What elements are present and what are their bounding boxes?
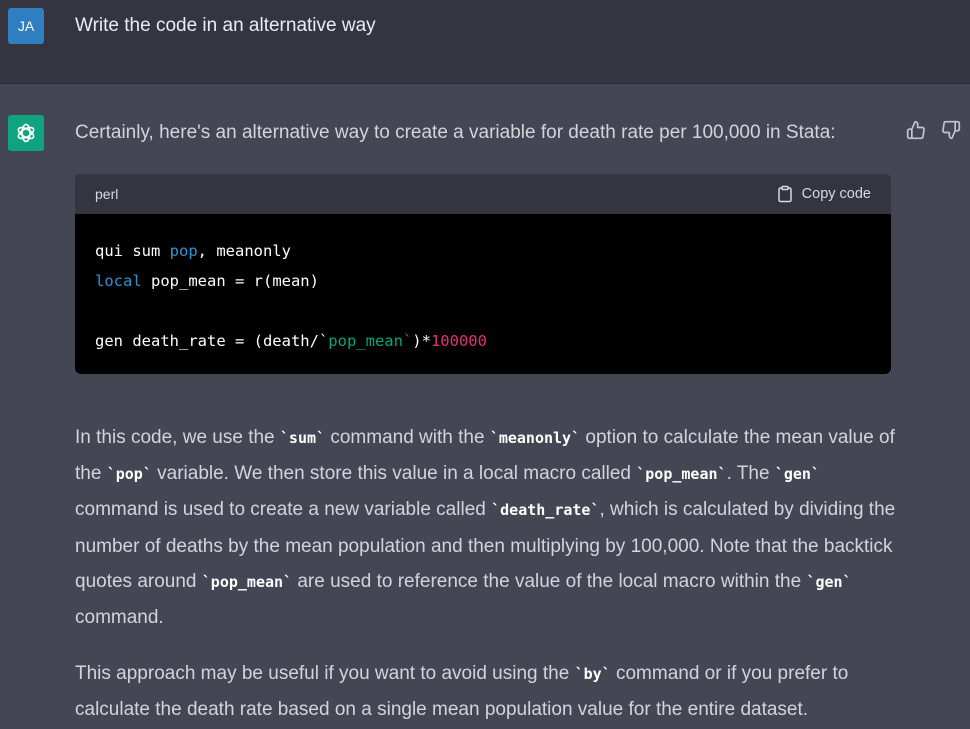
thumbs-up-button[interactable] (906, 120, 926, 140)
code-header: perl Copy code (75, 174, 891, 214)
thumbs-up-icon (906, 120, 925, 140)
assistant-message-row: Certainly, here's an alternative way to … (0, 84, 970, 729)
code-language-label: perl (95, 186, 119, 202)
explanation-paragraph: In this code, we use the `sum` command w… (75, 427, 896, 629)
code-line: qui sum pop, meanonly (95, 242, 291, 260)
code-line: gen death_rate = (death/`pop_mean`)*1000… (95, 332, 487, 350)
user-message: Write the code in an alternative way (75, 15, 376, 36)
approach-paragraph: This approach may be useful if you want … (75, 663, 849, 721)
code-content: qui sum pop, meanonly local pop_mean = r… (75, 214, 891, 374)
assistant-avatar (8, 115, 44, 151)
thumbs-down-icon (942, 120, 961, 140)
copy-code-button[interactable]: Copy code (776, 185, 871, 203)
code-line: local pop_mean = r(mean) (95, 272, 319, 290)
openai-logo-icon (17, 123, 35, 143)
clipboard-icon (777, 185, 792, 203)
user-message-row: JA Write the code in an alternative way (0, 0, 970, 84)
user-avatar: JA (8, 8, 44, 44)
assistant-intro: Certainly, here's an alternative way to … (75, 122, 836, 143)
thumbs-down-button[interactable] (941, 120, 961, 140)
code-block: perl Copy code qui sum pop, meanonly loc… (75, 174, 891, 374)
copy-code-label: Copy code (801, 186, 871, 202)
